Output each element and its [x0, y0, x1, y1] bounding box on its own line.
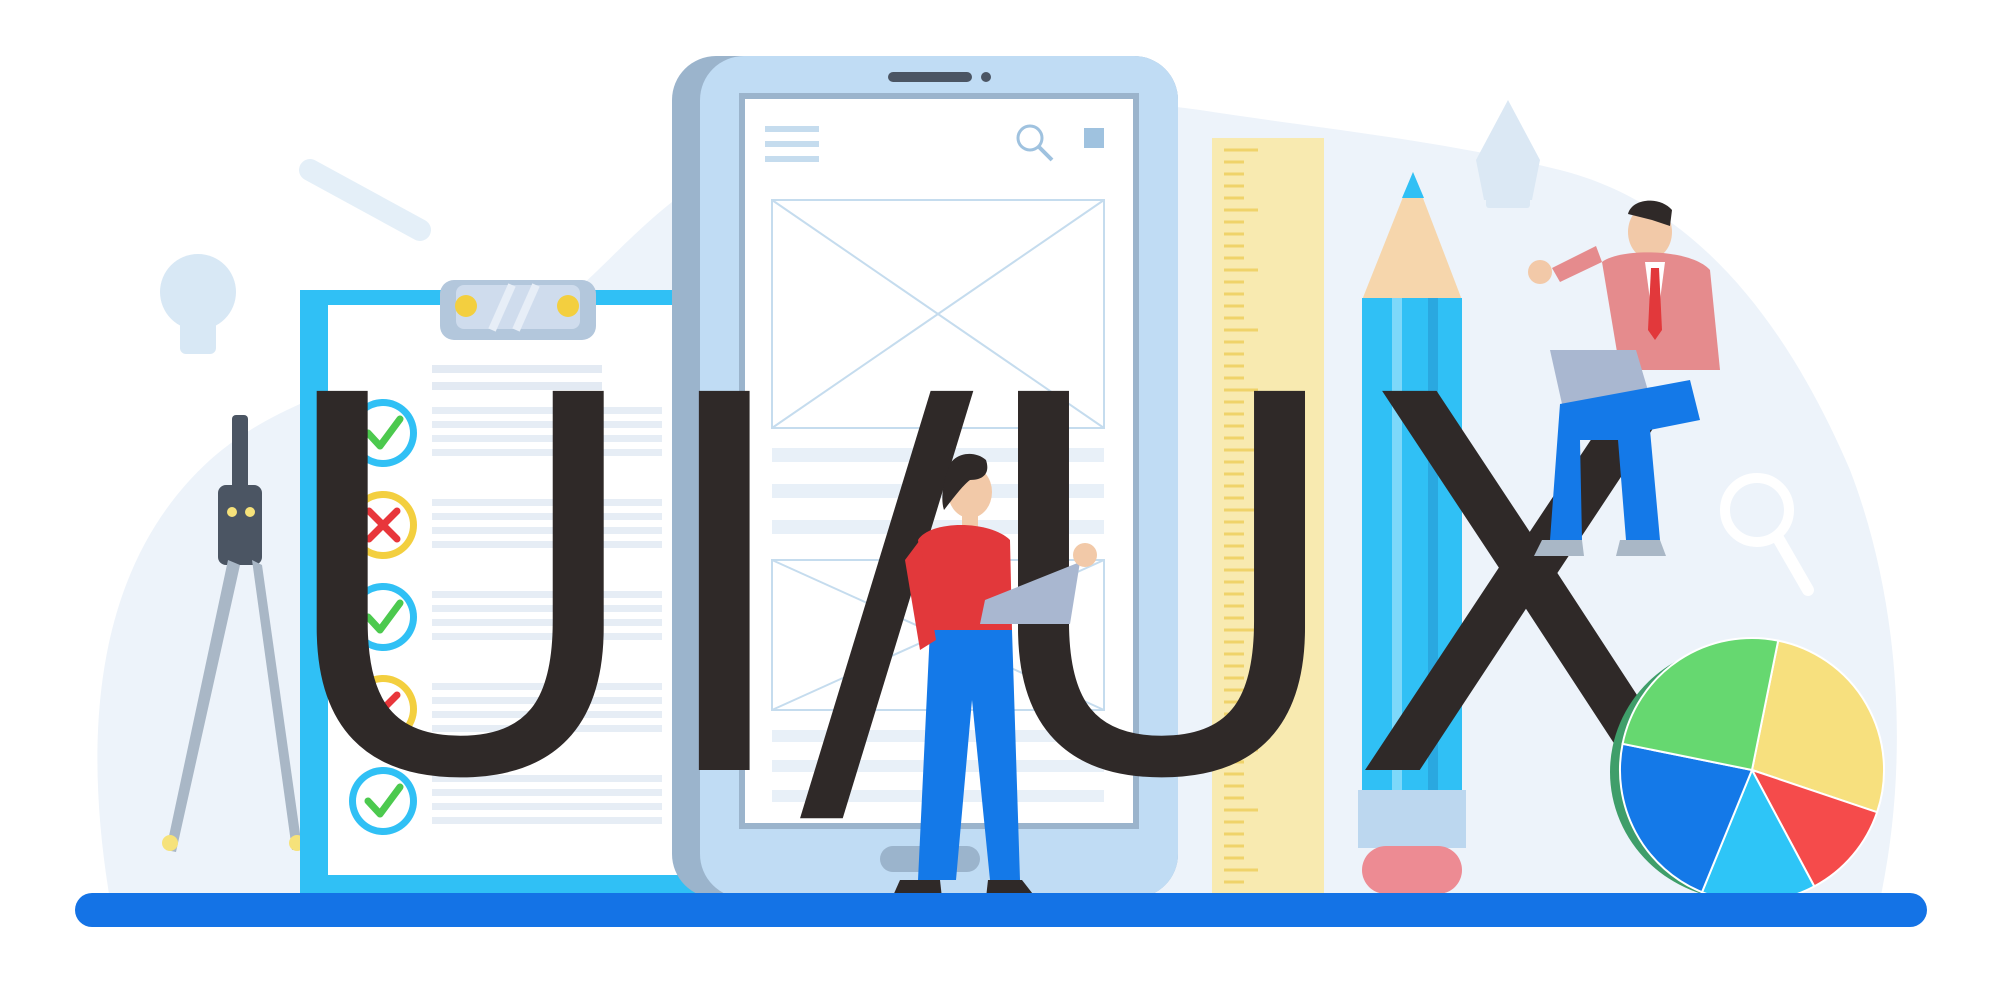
faint-pencil [299, 159, 431, 241]
lightbulb-icon [160, 254, 236, 354]
banner: UI/UX [0, 0, 2000, 984]
floor-bar [75, 893, 1927, 927]
illustration: UI/UX [75, 56, 1927, 927]
hamburger-menu-icon [765, 126, 819, 162]
square-icon [1084, 128, 1104, 148]
pen-nib-icon [1476, 100, 1540, 208]
